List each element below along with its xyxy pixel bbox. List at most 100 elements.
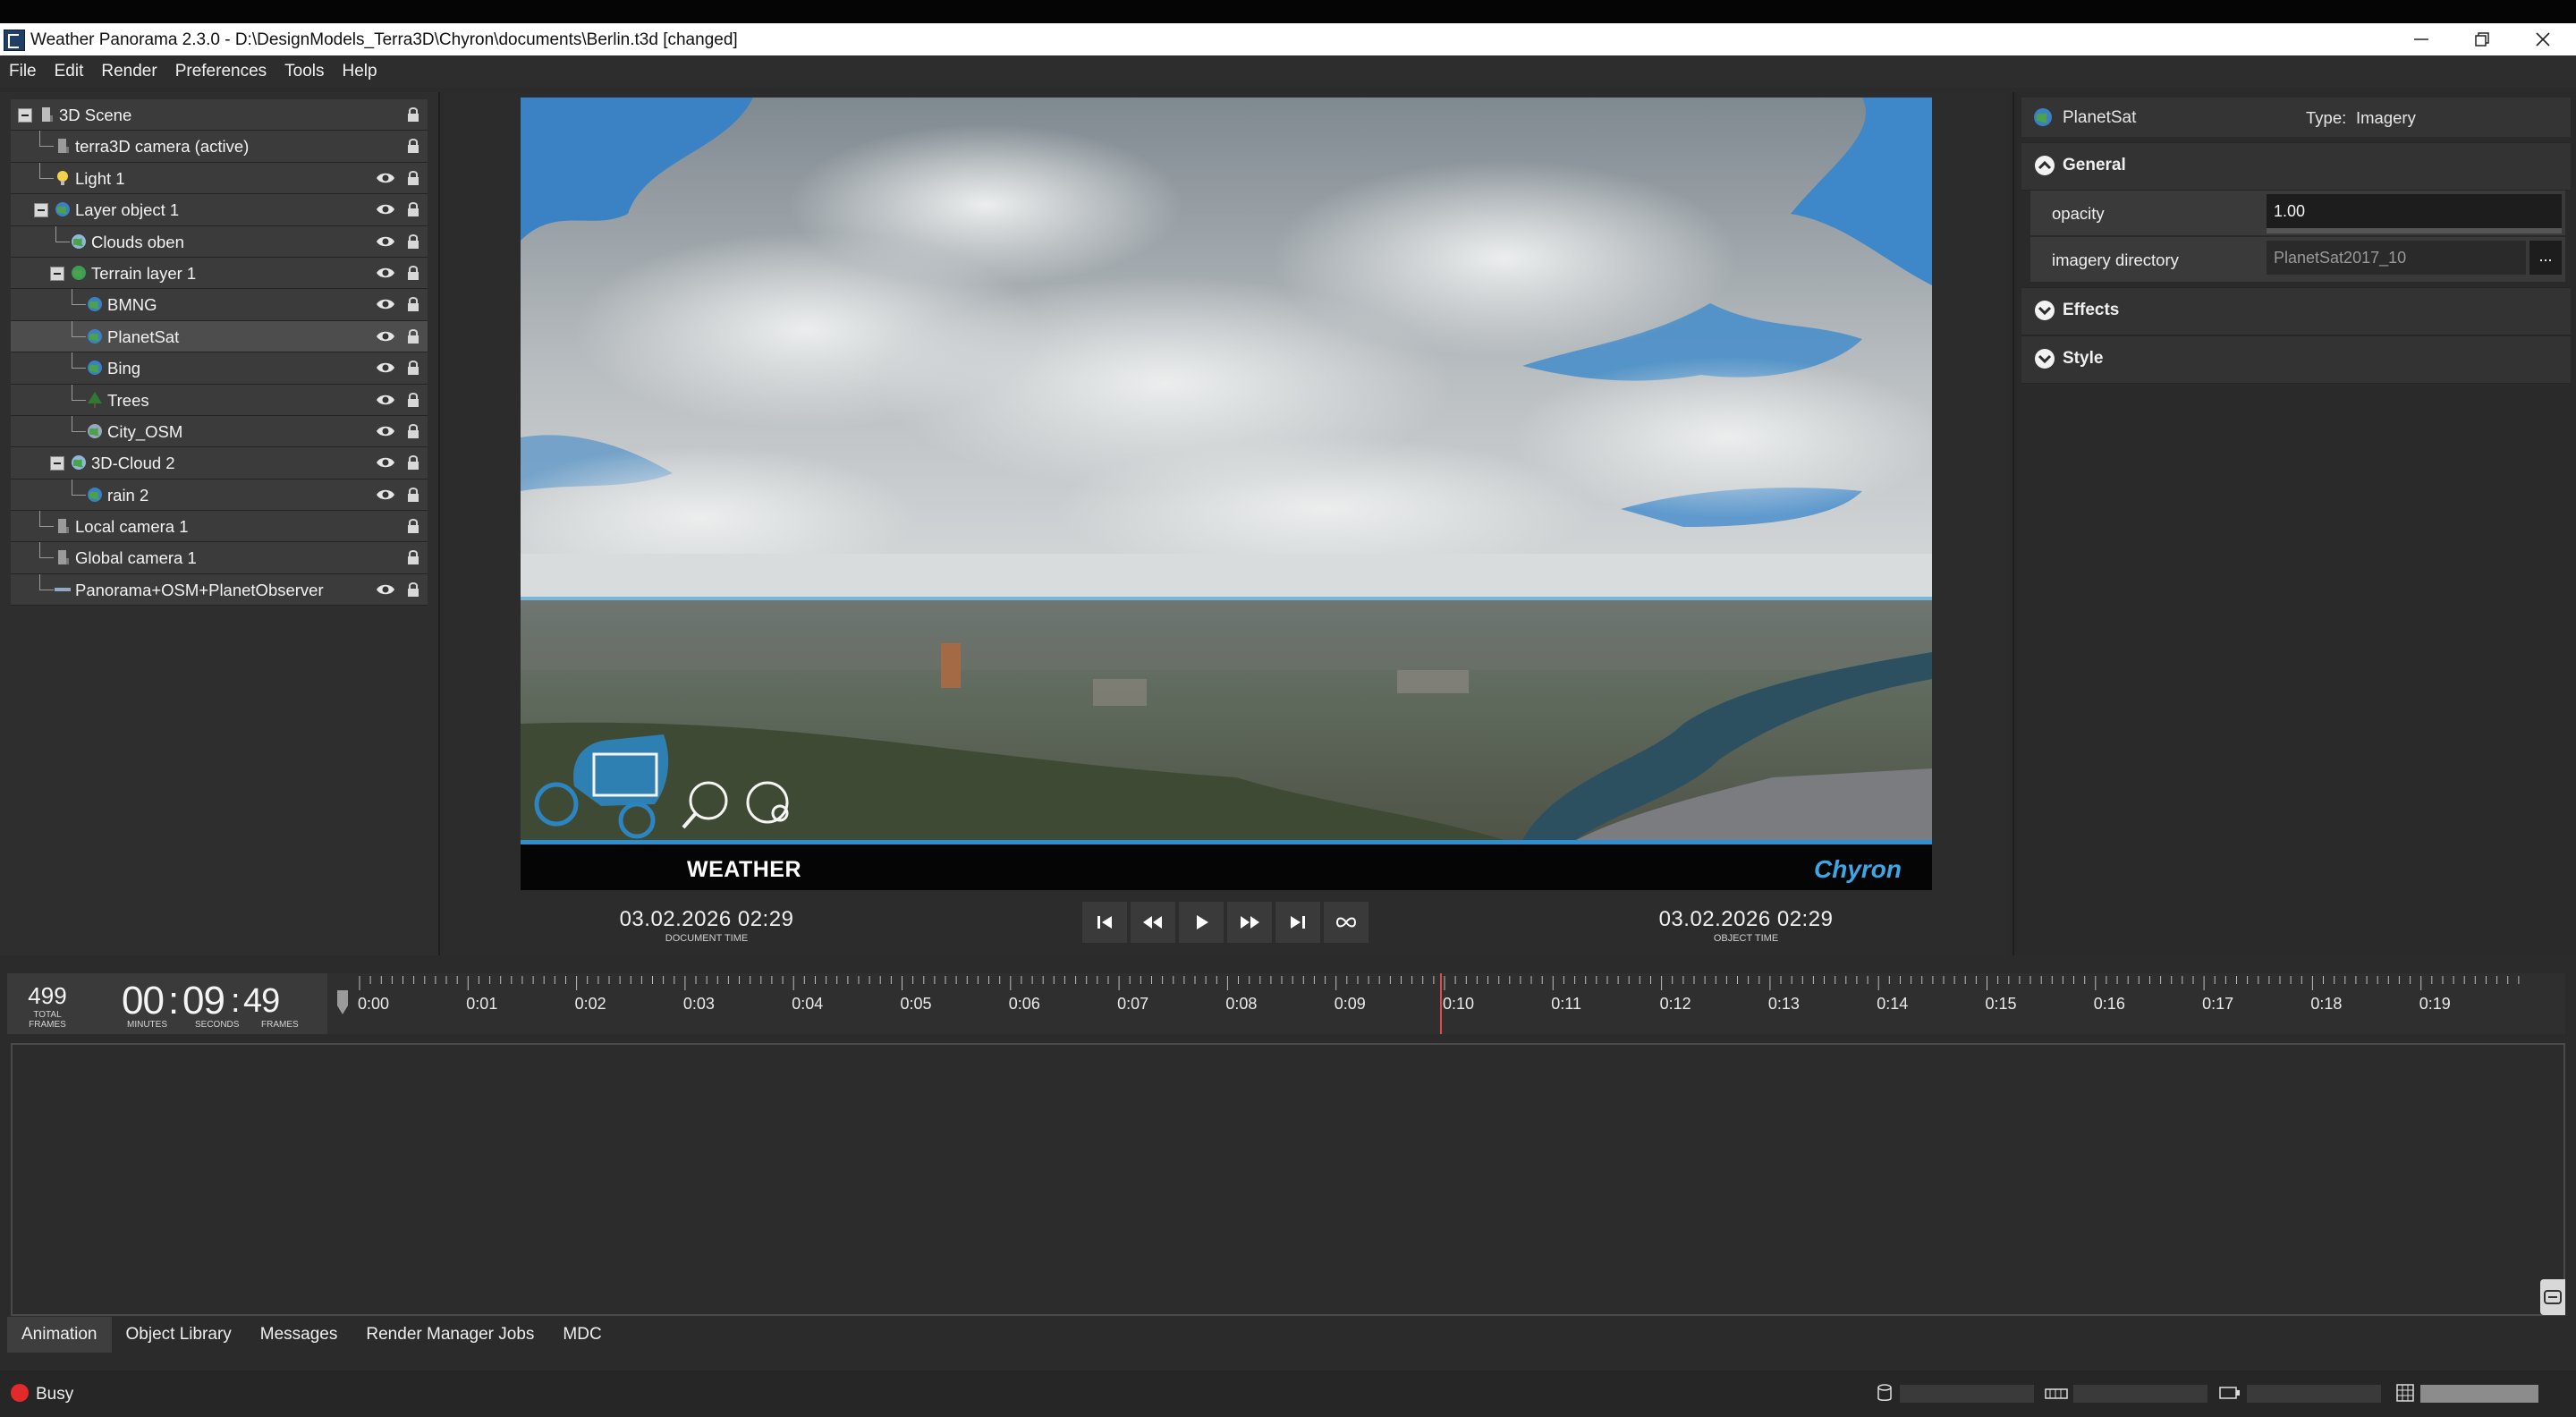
lock-icon[interactable]: [406, 391, 420, 409]
browse-button[interactable]: ...: [2529, 241, 2562, 275]
camera-icon: [58, 550, 69, 565]
time-ruler[interactable]: 0:00 0:01 0:02 0:03 0:04 0:05 0:06 0:07 0:08 0:09…: [327, 973, 2565, 1034]
tab-animation[interactable]: Animation: [7, 1317, 112, 1353]
section-general-label: General: [2063, 156, 2126, 174]
tab-object-library[interactable]: Object Library: [112, 1317, 246, 1353]
opacity-field[interactable]: [2267, 194, 2562, 228]
document-time-value: 03.02.2026 02:29: [619, 907, 794, 931]
tree-item[interactable]: Bing: [11, 352, 428, 385]
menu-tools[interactable]: Tools: [275, 62, 333, 81]
visibility-eye-icon[interactable]: [376, 234, 395, 249]
lock-icon[interactable]: [406, 359, 420, 377]
skip-end-button[interactable]: [1275, 902, 1320, 943]
section-style[interactable]: Style: [2021, 335, 2571, 384]
lock-icon[interactable]: [406, 454, 420, 471]
playhead[interactable]: [1440, 973, 1443, 1034]
opacity-slider[interactable]: [2267, 228, 2562, 233]
loop-button[interactable]: [1324, 902, 1368, 943]
lock-icon[interactable]: [406, 327, 420, 345]
visibility-eye-icon[interactable]: [376, 329, 395, 344]
restore-button[interactable]: [2451, 23, 2513, 55]
weather-label: WEATHER: [687, 857, 802, 882]
lock-icon[interactable]: [406, 106, 420, 123]
collapse-icon[interactable]: [50, 456, 64, 471]
visibility-eye-icon[interactable]: [376, 361, 395, 375]
tree-item-label: Terrain layer 1: [91, 263, 197, 283]
menu-edit[interactable]: Edit: [46, 62, 93, 81]
collapse-icon[interactable]: [34, 203, 48, 218]
cache-meter: [1900, 1385, 2034, 1403]
visibility-eye-icon[interactable]: [376, 393, 395, 407]
imagery-directory-field[interactable]: [2267, 241, 2526, 275]
lock-icon[interactable]: [406, 169, 420, 187]
lock-icon[interactable]: [406, 422, 420, 440]
close-button[interactable]: [2512, 23, 2574, 55]
tree-item[interactable]: Terrain layer 1: [11, 257, 428, 290]
tab-messages[interactable]: Messages: [246, 1317, 352, 1353]
tree-item-label: PlanetSat: [107, 327, 180, 346]
document-time: 03.02.2026 02:29 DOCUMENT TIME: [608, 907, 805, 944]
globe-icon: [88, 487, 102, 502]
lock-icon[interactable]: [406, 233, 420, 250]
globe-icon: [2034, 108, 2052, 126]
lock-icon[interactable]: [406, 548, 420, 566]
lock-icon[interactable]: [406, 295, 420, 313]
tree-item[interactable]: BMNG: [11, 289, 428, 321]
play-button[interactable]: [1179, 902, 1224, 943]
visibility-eye-icon[interactable]: [376, 582, 395, 597]
section-effects[interactable]: Effects: [2021, 287, 2571, 335]
collapse-icon[interactable]: [50, 266, 64, 281]
tree-item[interactable]: Light 1: [11, 162, 428, 195]
title-bar: Weather Panorama 2.3.0 - D:\DesignModels…: [0, 23, 2576, 55]
ruler-label: 0:05: [900, 995, 932, 1013]
panel-toggle-handle[interactable]: [2540, 1279, 2565, 1315]
menu-help[interactable]: Help: [334, 62, 386, 81]
tab-mdc[interactable]: MDC: [548, 1317, 615, 1353]
visibility-eye-icon[interactable]: [376, 202, 395, 216]
type-value: Imagery: [2356, 108, 2416, 127]
render-viewport[interactable]: WEATHER Chyron: [521, 98, 1932, 890]
tree-item[interactable]: Layer object 1: [11, 194, 428, 226]
tree-item[interactable]: Local camera 1: [11, 511, 428, 543]
visibility-eye-icon[interactable]: [376, 424, 395, 438]
memory-meter: [2073, 1385, 2207, 1403]
timeline-bar: 499 TOTAL FRAMES 00 : 09 : 49 MINUTES SE…: [7, 973, 2565, 1034]
section-general[interactable]: General: [2021, 142, 2571, 191]
lock-icon[interactable]: [406, 264, 420, 282]
rewind-button[interactable]: [1131, 902, 1175, 943]
lock-icon[interactable]: [406, 137, 420, 155]
tree-item[interactable]: terra3D camera (active): [11, 131, 428, 163]
tab-render-manager-jobs[interactable]: Render Manager Jobs: [352, 1317, 548, 1353]
menu-render[interactable]: Render: [92, 62, 165, 81]
lock-icon[interactable]: [406, 486, 420, 504]
lock-icon[interactable]: [406, 581, 420, 598]
visibility-eye-icon[interactable]: [376, 488, 395, 502]
section-effects-label: Effects: [2063, 301, 2120, 319]
skip-start-button[interactable]: [1082, 902, 1127, 943]
menu-preferences[interactable]: Preferences: [166, 62, 275, 81]
tree-item[interactable]: rain 2: [11, 479, 428, 512]
visibility-eye-icon[interactable]: [376, 297, 395, 311]
tree-item-label: BMNG: [107, 295, 157, 315]
fast-forward-button[interactable]: [1227, 902, 1272, 943]
lock-icon[interactable]: [406, 517, 420, 535]
tree-item[interactable]: City_OSM: [11, 415, 428, 448]
menu-file[interactable]: File: [0, 62, 46, 81]
visibility-eye-icon[interactable]: [376, 266, 395, 280]
tree-item[interactable]: Trees: [11, 384, 428, 416]
tree-item[interactable]: 3D Scene: [11, 99, 428, 132]
tree-item[interactable]: Panorama+OSM+PlanetObserver: [11, 573, 428, 607]
lock-icon[interactable]: [406, 200, 420, 218]
minimize-button[interactable]: [2390, 23, 2453, 55]
visibility-eye-icon[interactable]: [376, 455, 395, 470]
tree-item-label: Global camera 1: [75, 548, 197, 568]
tree-item[interactable]: 3D-Cloud 2: [11, 447, 428, 479]
collapse-icon[interactable]: [18, 108, 32, 123]
animation-track-area[interactable]: [11, 1043, 2565, 1316]
tree-item[interactable]: Global camera 1: [11, 542, 428, 574]
visibility-eye-icon[interactable]: [376, 171, 395, 185]
tree-item[interactable]: Clouds oben: [11, 225, 428, 258]
status-bar: Busy: [0, 1370, 2576, 1417]
properties-panel: PlanetSat Type: Imagery General opacity …: [2012, 92, 2576, 955]
tree-item[interactable]: PlanetSat: [11, 320, 428, 353]
